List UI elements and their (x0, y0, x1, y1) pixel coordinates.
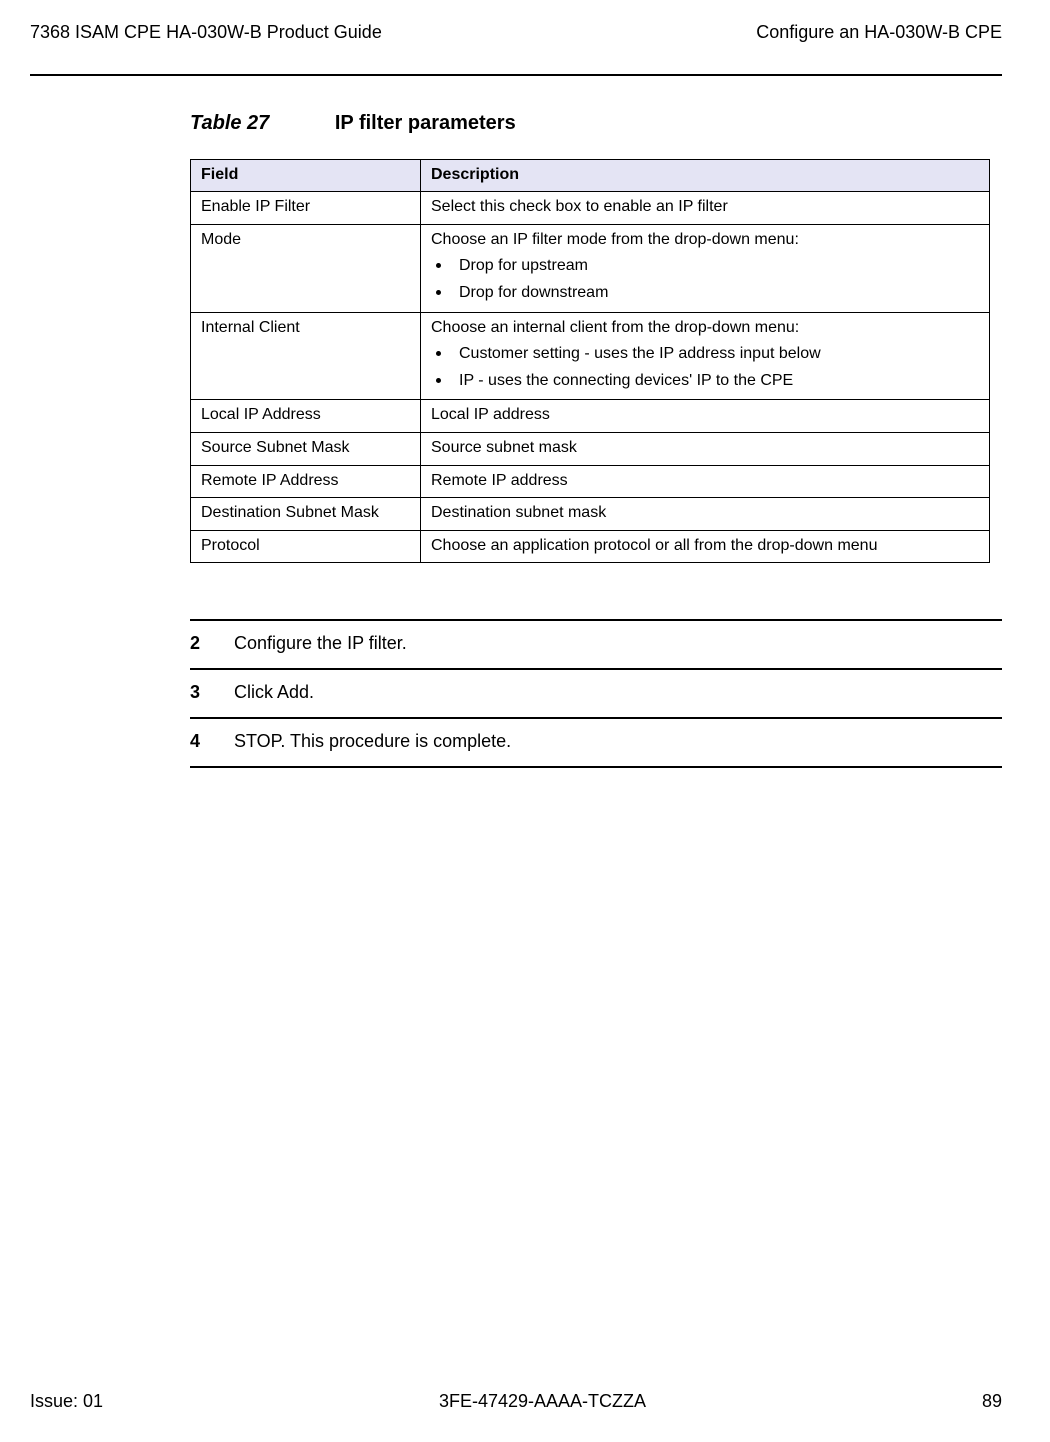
page: 7368 ISAM CPE HA-030W-B Product Guide Co… (0, 0, 1050, 1442)
cell-field: Mode (191, 224, 421, 312)
table-header-row: Field Description (191, 159, 990, 192)
table-row: Destination Subnet Mask Destination subn… (191, 498, 990, 531)
cell-field: Internal Client (191, 312, 421, 400)
cell-desc: Choose an IP filter mode from the drop-d… (421, 224, 990, 312)
step-number: 3 (190, 682, 234, 703)
cell-field: Local IP Address (191, 400, 421, 433)
cell-desc: Destination subnet mask (421, 498, 990, 531)
table-row: Mode Choose an IP filter mode from the d… (191, 224, 990, 312)
footer-center: 3FE-47429-AAAA-TCZZA (439, 1391, 646, 1412)
list-item: Customer setting - uses the IP address i… (453, 340, 981, 365)
cell-desc-intro: Choose an IP filter mode from the drop-d… (431, 231, 799, 248)
col-header-field: Field (191, 159, 421, 192)
table-row: Remote IP Address Remote IP address (191, 465, 990, 498)
cell-desc-intro: Choose an internal client from the drop-… (431, 319, 799, 336)
parameters-table: Field Description Enable IP Filter Selec… (190, 159, 990, 564)
step-text: Configure the IP filter. (234, 633, 407, 654)
content-area: Table 27 IP filter parameters Field Desc… (190, 112, 1002, 769)
step-number: 2 (190, 633, 234, 654)
table-row: Enable IP Filter Select this check box t… (191, 192, 990, 225)
list-item: Drop for upstream (453, 252, 981, 277)
cell-desc: Local IP address (421, 400, 990, 433)
list-item: IP - uses the connecting devices' IP to … (453, 367, 981, 392)
cell-desc-list: Customer setting - uses the IP address i… (431, 340, 981, 391)
step-row: 3 Click Add. (190, 668, 1002, 717)
step-row: 4 STOP. This procedure is complete. (190, 717, 1002, 768)
cell-field: Source Subnet Mask (191, 432, 421, 465)
table-caption: Table 27 IP filter parameters (190, 112, 1002, 135)
procedure-steps: 2 Configure the IP filter. 3 Click Add. … (190, 619, 1002, 768)
table-row: Protocol Choose an application protocol … (191, 530, 990, 563)
cell-desc: Source subnet mask (421, 432, 990, 465)
table-number: Table 27 (190, 112, 269, 134)
cell-desc: Choose an internal client from the drop-… (421, 312, 990, 400)
step-text: Click Add. (234, 682, 314, 703)
header-left: 7368 ISAM CPE HA-030W-B Product Guide (30, 22, 382, 44)
step-number: 4 (190, 731, 234, 752)
footer-right: 89 (982, 1391, 1002, 1412)
cell-desc: Choose an application protocol or all fr… (421, 530, 990, 563)
cell-field: Destination Subnet Mask (191, 498, 421, 531)
table-row: Local IP Address Local IP address (191, 400, 990, 433)
page-header: 7368 ISAM CPE HA-030W-B Product Guide Co… (30, 22, 1002, 44)
page-footer: Issue: 01 3FE-47429-AAAA-TCZZA 89 (30, 1391, 1002, 1412)
list-item: Drop for downstream (453, 279, 981, 304)
step-row: 2 Configure the IP filter. (190, 619, 1002, 668)
col-header-description: Description (421, 159, 990, 192)
step-text: STOP. This procedure is complete. (234, 731, 511, 752)
table-row: Internal Client Choose an internal clien… (191, 312, 990, 400)
cell-desc-list: Drop for upstream Drop for downstream (431, 252, 981, 303)
table-title: IP filter parameters (335, 112, 516, 134)
cell-field: Enable IP Filter (191, 192, 421, 225)
table-row: Source Subnet Mask Source subnet mask (191, 432, 990, 465)
footer-left: Issue: 01 (30, 1391, 103, 1412)
header-rule (30, 74, 1002, 76)
cell-field: Remote IP Address (191, 465, 421, 498)
cell-desc: Remote IP address (421, 465, 990, 498)
cell-field: Protocol (191, 530, 421, 563)
header-right: Configure an HA-030W-B CPE (756, 22, 1002, 44)
cell-desc: Select this check box to enable an IP fi… (421, 192, 990, 225)
